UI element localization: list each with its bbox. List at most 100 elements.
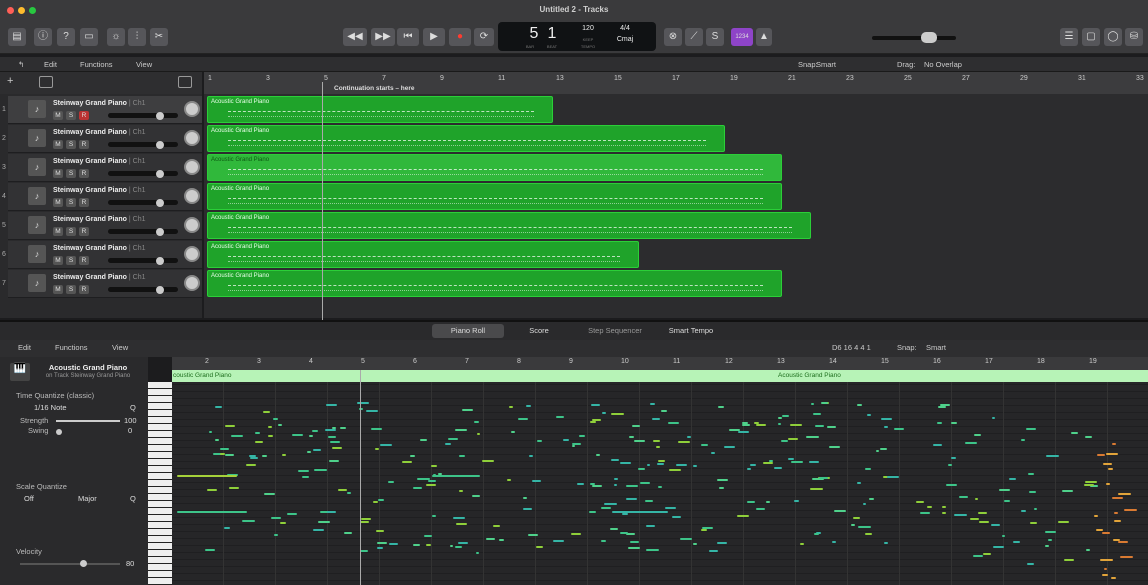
midi-note[interactable] <box>693 465 698 468</box>
count-in-button[interactable]: 1234 <box>731 28 753 46</box>
tab-step-sequencer[interactable]: Step Sequencer <box>574 324 656 338</box>
midi-note[interactable] <box>610 527 618 530</box>
midi-note[interactable] <box>1057 521 1069 524</box>
tab-smart-tempo[interactable]: Smart Tempo <box>657 324 725 338</box>
midi-note[interactable] <box>693 543 697 546</box>
midi-note[interactable] <box>701 443 708 446</box>
midi-note[interactable] <box>523 507 532 510</box>
midi-note[interactable] <box>1094 514 1098 517</box>
midi-note[interactable] <box>601 412 606 415</box>
midi-note[interactable] <box>1008 478 1016 481</box>
midi-note[interactable] <box>765 501 770 504</box>
midi-note[interactable] <box>223 526 230 529</box>
midi-note[interactable] <box>301 476 309 479</box>
midi-note[interactable] <box>948 463 953 466</box>
midi-note[interactable] <box>459 489 464 492</box>
lcd-signature[interactable]: 4/4 <box>610 25 640 32</box>
midi-note[interactable] <box>475 551 479 554</box>
midi-note[interactable] <box>572 442 582 445</box>
midi-note[interactable] <box>1026 427 1036 430</box>
midi-note[interactable] <box>402 461 412 464</box>
midi-note[interactable] <box>577 482 585 485</box>
midi-note[interactable] <box>942 512 946 515</box>
midi-note[interactable] <box>1103 568 1107 571</box>
midi-note[interactable] <box>881 418 893 421</box>
midi-note[interactable] <box>306 451 311 454</box>
solo-button[interactable]: S <box>66 256 76 265</box>
midi-note[interactable] <box>553 540 564 543</box>
midi-note[interactable] <box>717 479 728 482</box>
tuner-icon[interactable]: ⟋ <box>685 28 703 46</box>
piano-keyboard[interactable] <box>148 382 172 585</box>
midi-note[interactable] <box>755 508 765 511</box>
midi-note[interactable] <box>828 446 840 449</box>
midi-note[interactable] <box>423 534 432 537</box>
midi-note[interactable] <box>313 448 321 451</box>
midi-note[interactable] <box>867 414 871 417</box>
tracks-view-menu[interactable]: View <box>136 60 152 69</box>
midi-note[interactable] <box>536 545 543 548</box>
midi-region[interactable]: Acoustic Grand Piano <box>207 96 553 123</box>
midi-note[interactable] <box>741 421 749 424</box>
midi-note[interactable] <box>431 515 436 518</box>
midi-note[interactable] <box>267 426 272 429</box>
midi-note[interactable] <box>806 435 820 438</box>
track-options-icon[interactable] <box>178 76 192 88</box>
volume-slider[interactable] <box>108 142 178 147</box>
volume-knob[interactable] <box>156 170 164 178</box>
midi-note[interactable] <box>277 423 283 426</box>
midi-note[interactable] <box>1062 490 1074 493</box>
midi-note[interactable] <box>716 542 728 545</box>
record-enable-button[interactable]: R <box>79 169 89 178</box>
midi-note[interactable] <box>619 461 632 464</box>
midi-note[interactable] <box>471 494 480 497</box>
midi-note[interactable] <box>590 420 596 423</box>
record-enable-button[interactable]: R <box>79 227 89 236</box>
solo-button[interactable]: S <box>66 111 76 120</box>
midi-note[interactable] <box>813 413 822 416</box>
rewind-button[interactable]: ◀◀ <box>343 28 367 46</box>
midi-note[interactable] <box>273 534 278 537</box>
midi-note[interactable] <box>610 458 620 461</box>
midi-note[interactable] <box>588 511 597 514</box>
midi-note[interactable] <box>318 520 331 523</box>
scale-quantize-scale[interactable]: Major <box>78 494 97 503</box>
lcd-key[interactable]: Cmaj <box>610 36 640 43</box>
midi-note[interactable] <box>312 430 319 433</box>
midi-note[interactable] <box>645 500 654 503</box>
midi-note[interactable] <box>1108 467 1113 470</box>
track-header[interactable]: ♪ Steinway Grand Piano | Ch1 M S R <box>8 270 202 298</box>
midi-note[interactable] <box>571 444 575 447</box>
solo-button[interactable]: S <box>66 227 76 236</box>
record-enable-button[interactable]: R <box>79 256 89 265</box>
midi-note[interactable] <box>308 435 314 438</box>
midi-note[interactable] <box>261 455 267 458</box>
midi-note[interactable] <box>669 468 681 471</box>
midi-note[interactable] <box>676 464 688 467</box>
midi-note[interactable] <box>810 403 814 406</box>
smart-controls-icon[interactable]: ☼ <box>107 28 125 46</box>
midi-note[interactable] <box>570 533 582 536</box>
midi-note[interactable] <box>1106 453 1118 456</box>
midi-note[interactable] <box>826 425 836 428</box>
midi-note[interactable] <box>778 423 782 426</box>
midi-note[interactable] <box>499 539 505 542</box>
midi-note[interactable] <box>646 524 656 527</box>
midi-note[interactable] <box>506 478 511 481</box>
midi-note[interactable] <box>1013 540 1021 543</box>
pan-knob[interactable] <box>184 101 200 117</box>
midi-note[interactable] <box>413 543 420 546</box>
pr-snap-dropdown[interactable]: Smart <box>926 343 946 352</box>
scale-quantize-button[interactable]: Q <box>130 494 136 503</box>
strength-slider[interactable] <box>56 420 120 422</box>
midi-note[interactable] <box>595 454 600 457</box>
midi-note[interactable] <box>614 477 618 480</box>
quantize-button[interactable]: Q <box>130 403 136 412</box>
midi-note[interactable] <box>298 470 309 473</box>
midi-note[interactable] <box>737 514 750 517</box>
midi-note[interactable] <box>177 511 247 513</box>
track-header[interactable]: ♪ Steinway Grand Piano | Ch1 M S R <box>8 183 202 211</box>
midi-note[interactable] <box>850 524 856 527</box>
midi-note[interactable] <box>425 483 436 486</box>
midi-note[interactable] <box>611 413 625 416</box>
